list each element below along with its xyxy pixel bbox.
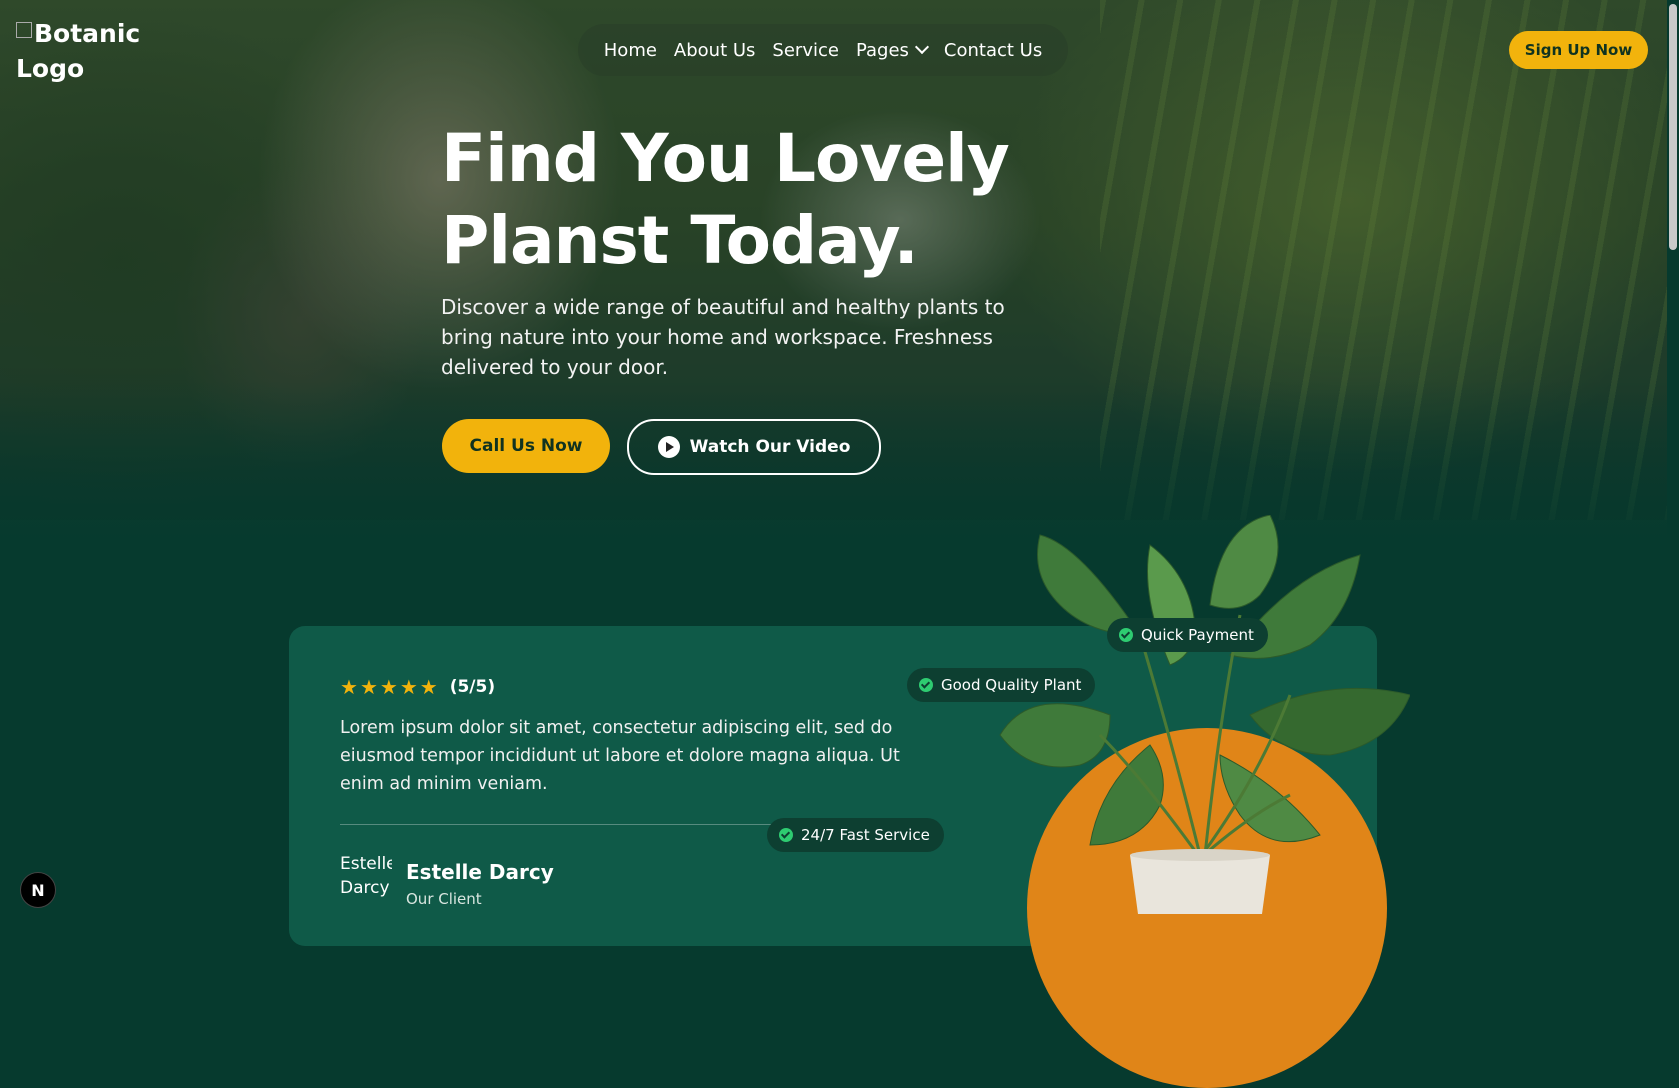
star-icon: ★ [359,675,378,699]
check-circle-icon [919,678,933,692]
star-icon: ★ [379,675,398,699]
rating-row: ★ ★ ★ ★ ★ (5/5) [340,676,495,698]
star-icon: ★ [419,675,438,699]
client-name: Estelle Darcy [406,860,554,884]
avatar: Estelle Darcy [340,852,392,914]
nav-home[interactable]: Home [604,40,657,61]
star-icon: ★ [399,675,418,699]
fast-service-badge: 24/7 Fast Service [767,818,944,852]
nav-about-us[interactable]: About Us [674,40,756,61]
good-quality-label: Good Quality Plant [941,676,1082,694]
check-circle-icon [1119,628,1133,642]
check-circle-icon [779,828,793,842]
nav-pages-dropdown[interactable]: Pages [855,39,929,61]
scrollbar-thumb[interactable] [1669,4,1677,250]
logo-alt-text: Botanic Logo [16,19,141,83]
testimonial-text: Lorem ipsum dolor sit amet, consectetur … [340,718,900,794]
nav-service[interactable]: Service [772,40,839,61]
plant-illustration [999,515,1410,914]
rating-score: (5/5) [449,677,496,697]
chevron-down-icon [914,39,929,54]
fast-service-label: 24/7 Fast Service [801,826,930,844]
avatar-alt-text: Estelle Darcy [340,854,392,898]
scrollbar[interactable] [1667,0,1679,914]
sign-up-button[interactable]: Sign Up Now [1509,31,1648,69]
good-quality-badge: Good Quality Plant [907,668,1096,702]
star-icon: ★ [340,675,358,699]
quick-payment-label: Quick Payment [1141,626,1254,644]
hero-description: Discover a wide range of beautiful and h… [441,295,1005,379]
call-us-now-button[interactable]: Call Us Now [442,419,610,473]
broken-image-icon [16,22,32,38]
quick-payment-badge: Quick Payment [1107,618,1268,652]
hero-title: Find You Lovely Planst Today. [441,120,1010,279]
main-nav: Home About Us Service Pages Contact Us [578,24,1068,76]
nav-contact-us[interactable]: Contact Us [944,40,1042,61]
client-role: Our Client [406,890,482,908]
watch-video-button[interactable]: Watch Our Video [627,419,881,475]
play-circle-icon [657,436,680,458]
watch-video-label: Watch Our Video [689,437,851,457]
brand-logo[interactable]: Botanic Logo [16,16,156,86]
dev-tools-badge[interactable]: N [20,872,56,908]
nav-pages-label: Pages [855,39,909,61]
